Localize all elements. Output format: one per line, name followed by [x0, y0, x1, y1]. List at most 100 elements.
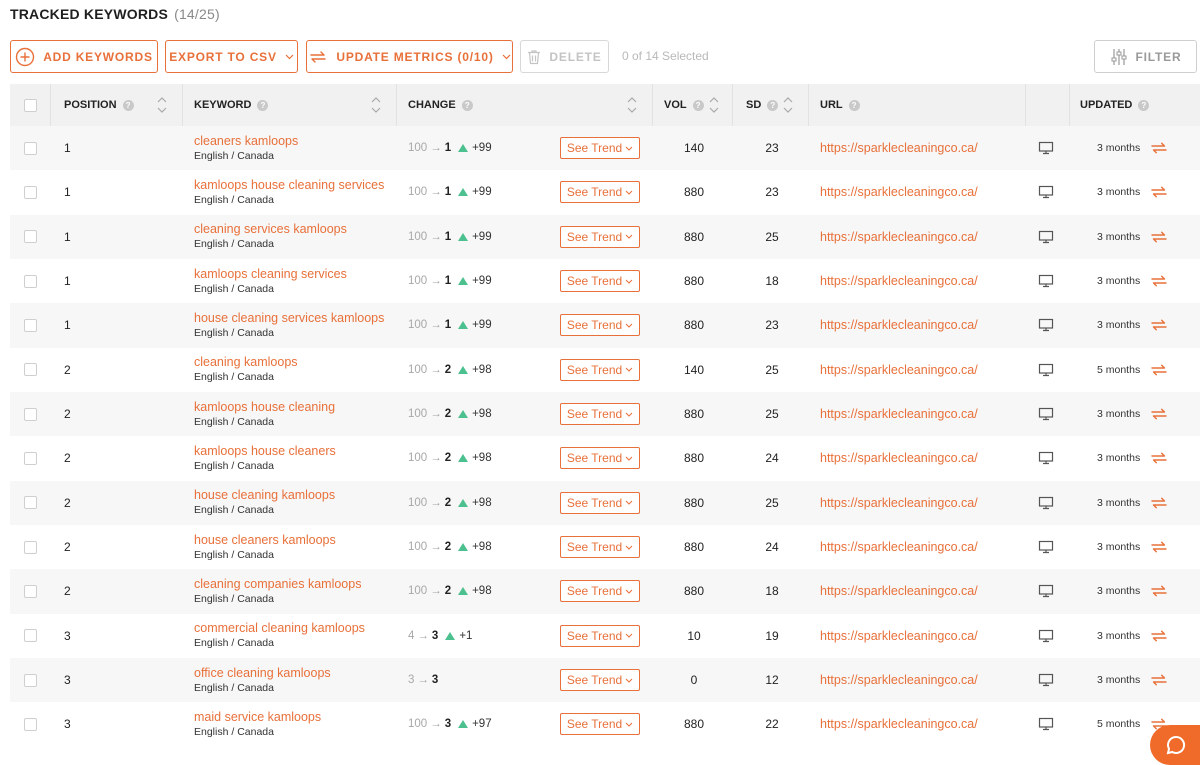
- refresh-keyword-button[interactable]: [1150, 658, 1168, 702]
- url-link[interactable]: https://sparklecleaningco.ca/: [820, 569, 978, 613]
- change-from: 100: [408, 230, 428, 243]
- see-trend-button[interactable]: See Trend: [560, 669, 640, 692]
- refresh-keyword-button[interactable]: [1150, 215, 1168, 259]
- keyword-link[interactable]: cleaners kamloops: [194, 134, 298, 149]
- sort-icon[interactable]: [783, 95, 793, 115]
- row-checkbox[interactable]: [24, 170, 37, 214]
- column-position[interactable]: POSITION ?: [64, 84, 134, 126]
- keyword-link[interactable]: kamloops house cleaning services: [194, 178, 384, 193]
- refresh-keyword-button[interactable]: [1150, 436, 1168, 480]
- row-checkbox[interactable]: [24, 126, 37, 170]
- change-cell: 100 → 3 +97: [408, 702, 492, 746]
- refresh-keyword-button[interactable]: [1150, 569, 1168, 613]
- url-link[interactable]: https://sparklecleaningco.ca/: [820, 170, 978, 214]
- url-link[interactable]: https://sparklecleaningco.ca/: [820, 215, 978, 259]
- keyword-link[interactable]: cleaning services kamloops: [194, 222, 347, 237]
- change-delta: +98: [472, 452, 492, 465]
- row-checkbox[interactable]: [24, 702, 37, 746]
- row-checkbox[interactable]: [24, 525, 37, 569]
- keyword-link[interactable]: house cleaners kamloops: [194, 533, 336, 548]
- update-metrics-button[interactable]: UPDATE METRICS (0/10): [306, 40, 513, 73]
- delete-button[interactable]: DELETE: [520, 40, 609, 73]
- keyword-locale: English / Canada: [194, 282, 274, 295]
- url-link[interactable]: https://sparklecleaningco.ca/: [820, 525, 978, 569]
- refresh-keyword-button[interactable]: [1150, 170, 1168, 214]
- see-trend-button[interactable]: See Trend: [560, 358, 640, 381]
- sort-icon[interactable]: [371, 95, 381, 115]
- url-link[interactable]: https://sparklecleaningco.ca/: [820, 348, 978, 392]
- keyword-link[interactable]: kamloops cleaning services: [194, 267, 347, 282]
- refresh-keyword-button[interactable]: [1150, 614, 1168, 658]
- see-trend-button[interactable]: See Trend: [560, 314, 640, 337]
- see-trend-button[interactable]: See Trend: [560, 225, 640, 248]
- url-link[interactable]: https://sparklecleaningco.ca/: [820, 126, 978, 170]
- row-checkbox[interactable]: [24, 259, 37, 303]
- column-url[interactable]: URL ?: [820, 84, 860, 126]
- see-trend-button[interactable]: See Trend: [560, 447, 640, 470]
- url-link[interactable]: https://sparklecleaningco.ca/: [820, 303, 978, 347]
- table-row: 2 cleaning companies kamloops English / …: [10, 569, 1200, 614]
- keyword-link[interactable]: cleaning companies kamloops: [194, 577, 361, 592]
- refresh-keyword-button[interactable]: [1150, 481, 1168, 525]
- see-trend-button[interactable]: See Trend: [560, 491, 640, 514]
- url-link[interactable]: https://sparklecleaningco.ca/: [820, 658, 978, 702]
- url-link[interactable]: https://sparklecleaningco.ca/: [820, 259, 978, 303]
- column-keyword[interactable]: KEYWORD ?: [194, 84, 269, 126]
- column-change[interactable]: CHANGE ?: [408, 84, 473, 126]
- row-checkbox[interactable]: [24, 215, 37, 259]
- column-sd[interactable]: SD ?: [746, 84, 779, 126]
- see-trend-button[interactable]: See Trend: [560, 137, 640, 159]
- keyword-link[interactable]: house cleaning kamloops: [194, 488, 335, 503]
- chat-button[interactable]: [1150, 725, 1200, 765]
- export-csv-button[interactable]: EXPORT TO CSV: [165, 40, 298, 73]
- change-cell: 100 → 2 +98: [408, 481, 492, 525]
- keyword-cell: cleaning services kamloops English / Can…: [194, 215, 347, 259]
- keyword-link[interactable]: house cleaning services kamloops: [194, 311, 384, 326]
- url-link[interactable]: https://sparklecleaningco.ca/: [820, 614, 978, 658]
- refresh-keyword-button[interactable]: [1150, 525, 1168, 569]
- sort-icon[interactable]: [709, 95, 719, 115]
- row-checkbox[interactable]: [24, 658, 37, 702]
- column-vol[interactable]: VOL ?: [664, 84, 704, 126]
- row-checkbox[interactable]: [24, 614, 37, 658]
- keyword-link[interactable]: maid service kamloops: [194, 710, 321, 725]
- see-trend-button[interactable]: See Trend: [560, 270, 640, 293]
- row-checkbox[interactable]: [24, 569, 37, 613]
- keyword-link[interactable]: commercial cleaning kamloops: [194, 621, 365, 636]
- change-to: 3: [444, 718, 452, 731]
- url-link[interactable]: https://sparklecleaningco.ca/: [820, 702, 978, 746]
- row-checkbox[interactable]: [24, 348, 37, 392]
- position-value: 2: [64, 584, 71, 599]
- url-link[interactable]: https://sparklecleaningco.ca/: [820, 392, 978, 436]
- sort-icon[interactable]: [157, 95, 167, 115]
- refresh-keyword-button[interactable]: [1150, 126, 1168, 170]
- see-trend-button[interactable]: See Trend: [560, 624, 640, 647]
- see-trend-button[interactable]: See Trend: [560, 580, 640, 603]
- keyword-link[interactable]: kamloops house cleaners: [194, 444, 336, 459]
- see-trend-button[interactable]: See Trend: [560, 403, 640, 426]
- row-checkbox[interactable]: [24, 481, 37, 525]
- row-checkbox[interactable]: [24, 392, 37, 436]
- see-trend-button[interactable]: See Trend: [560, 536, 640, 559]
- keyword-link[interactable]: cleaning kamloops: [194, 355, 298, 370]
- refresh-icon: [1151, 674, 1167, 686]
- url-link[interactable]: https://sparklecleaningco.ca/: [820, 436, 978, 480]
- sort-icon[interactable]: [627, 95, 637, 115]
- row-checkbox[interactable]: [24, 436, 37, 480]
- chevron-down-icon: [625, 633, 633, 638]
- keyword-link[interactable]: office cleaning kamloops: [194, 666, 331, 681]
- refresh-keyword-button[interactable]: [1150, 259, 1168, 303]
- keyword-link[interactable]: kamloops house cleaning: [194, 400, 335, 415]
- row-checkbox[interactable]: [24, 303, 37, 347]
- select-all-checkbox[interactable]: [24, 84, 37, 126]
- filter-button[interactable]: FILTER: [1094, 40, 1197, 73]
- url-link[interactable]: https://sparklecleaningco.ca/: [820, 481, 978, 525]
- see-trend-button[interactable]: See Trend: [560, 181, 640, 204]
- column-updated[interactable]: UPDATED ?: [1080, 84, 1150, 126]
- see-trend-button[interactable]: See Trend: [560, 713, 640, 736]
- updated-value: 3 months: [1097, 408, 1141, 421]
- refresh-keyword-button[interactable]: [1150, 348, 1168, 392]
- refresh-keyword-button[interactable]: [1150, 392, 1168, 436]
- refresh-keyword-button[interactable]: [1150, 303, 1168, 347]
- add-keywords-button[interactable]: ADD KEYWORDS: [10, 40, 158, 73]
